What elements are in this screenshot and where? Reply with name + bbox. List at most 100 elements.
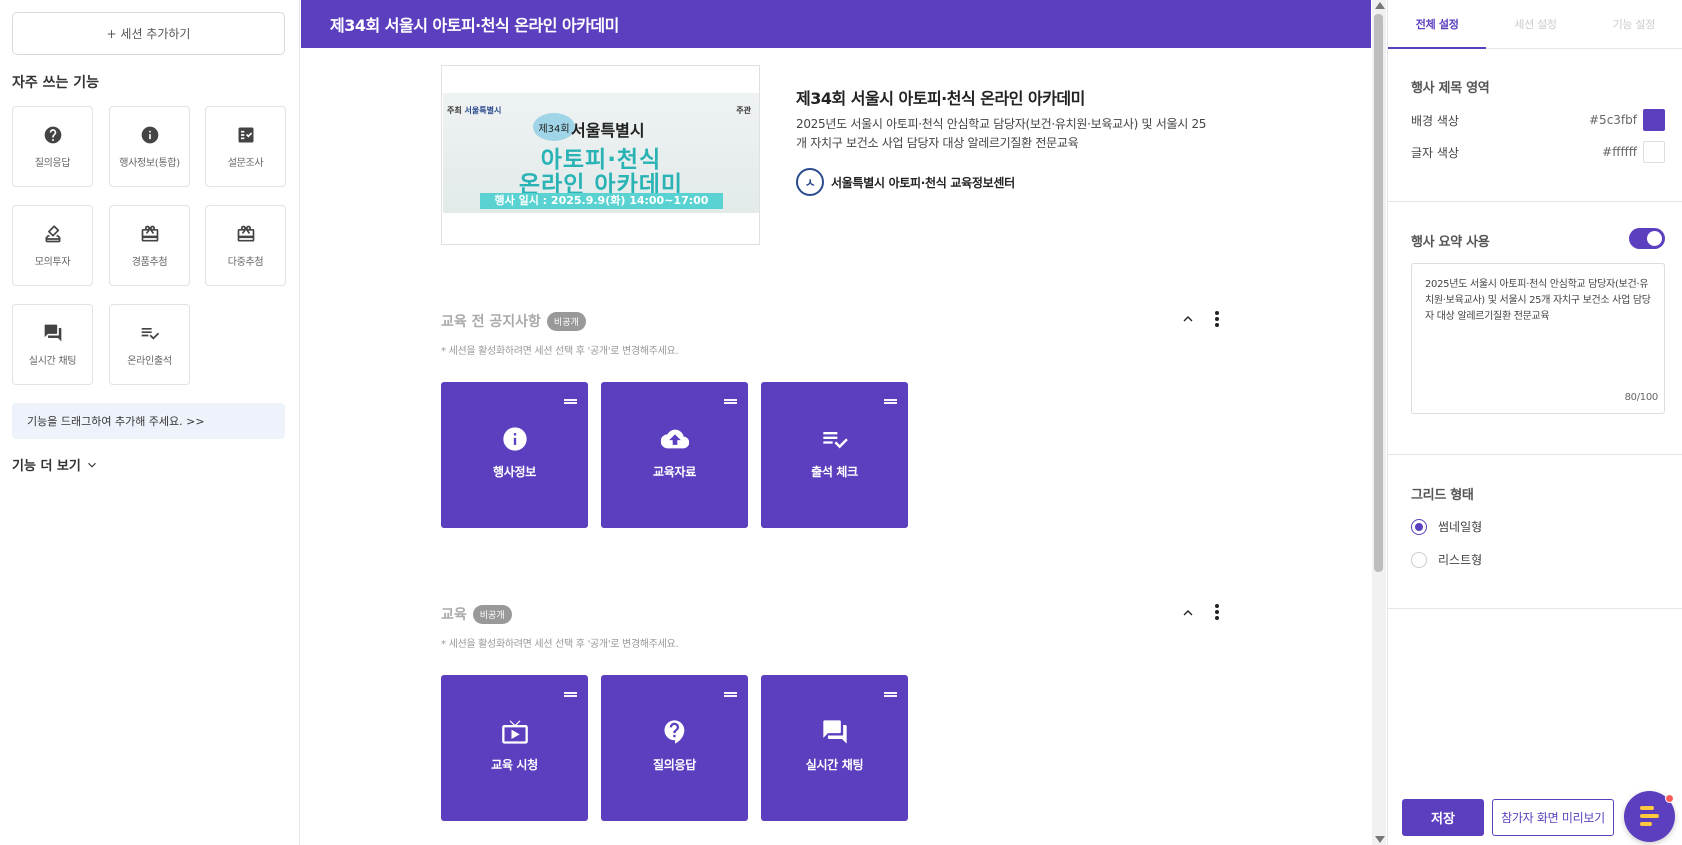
grid-option-label: 썸네일형 xyxy=(1438,520,1483,534)
event-description: 2025년도 서울시 아토피·천식 안심학교 담당자(보건·유치원·보육교사) … xyxy=(796,117,1207,150)
add-session-button[interactable]: + 세션 추가하기 xyxy=(12,12,285,55)
chat-icon xyxy=(822,719,847,744)
tile-label: 온라인출석 xyxy=(127,355,172,367)
banner-organizer-name: 서울특별시 xyxy=(464,106,502,115)
divider xyxy=(1388,201,1682,202)
more-vertical-icon[interactable] xyxy=(1214,603,1220,621)
card-label: 질의응답 xyxy=(653,757,696,772)
chat-icon xyxy=(44,324,61,341)
drag-handle-icon[interactable] xyxy=(564,692,577,697)
card-label: 교육 시청 xyxy=(491,757,538,772)
section-title[interactable]: 교육 비공개 xyxy=(441,604,512,624)
tile-label: 경품추첨 xyxy=(131,256,168,268)
section-note: * 세션을 활성화하려면 세션 선택 후 '공개'로 변경해주세요. xyxy=(441,639,679,650)
card-label: 교육자료 xyxy=(653,464,696,479)
session-card-materials[interactable]: 교육자료 xyxy=(601,382,748,528)
feature-tile-online-attendance[interactable]: 온라인출석 xyxy=(109,304,190,385)
card-label: 출석 체크 xyxy=(811,464,858,479)
tab-general-settings[interactable]: 전체 설정 xyxy=(1388,0,1487,49)
chevron-up-icon[interactable] xyxy=(1180,605,1196,621)
status-badge: 비공개 xyxy=(472,604,512,624)
scrollbar-thumb[interactable] xyxy=(1374,14,1383,572)
summary-text: 2025년도 서울시 아토피·천식 안심학교 담당자(보건·유치원·보육교사) … xyxy=(1425,279,1651,322)
banner-artwork: 주최 서울특별시 주관 제34회 서울특별시 아토피·천식 온라인 아카데미 행… xyxy=(443,93,759,213)
drag-handle-icon[interactable] xyxy=(884,399,897,404)
summary-label: 행사 요약 사용 xyxy=(1411,235,1490,250)
drag-handle-icon[interactable] xyxy=(884,692,897,697)
checklist-icon xyxy=(822,431,848,448)
fab-logo-icon xyxy=(1640,806,1654,810)
save-button[interactable]: 저장 xyxy=(1402,799,1484,836)
fab-logo-icon xyxy=(1640,822,1652,826)
section-note: * 세션을 활성화하려면 세션 선택 후 '공개'로 변경해주세요. xyxy=(441,346,679,357)
banner-city: 서울특별시 xyxy=(571,121,645,140)
scroll-down-arrow-icon[interactable] xyxy=(1375,836,1385,843)
banner-date: 행사 일시 : 2025.9.9(화) 14:00~17:00 xyxy=(480,193,723,209)
feature-tile-live-chat[interactable]: 실시간 채팅 xyxy=(12,304,93,385)
gift-multi-icon xyxy=(237,225,254,241)
feature-tile-event-info[interactable]: 행사정보(통합) xyxy=(109,106,190,187)
event-organizer: ㅅ 서울특별시 아토피·천식 교육정보센터 xyxy=(796,168,1015,196)
participant-preview-button[interactable]: 참가자 화면 미리보기 xyxy=(1492,799,1614,836)
drag-handle-icon[interactable] xyxy=(724,692,737,697)
tile-label: 질의응답 xyxy=(34,157,71,169)
tile-label: 실시간 채팅 xyxy=(28,355,77,367)
scroll-up-arrow-icon[interactable] xyxy=(1375,2,1385,9)
grid-option-thumbnail[interactable]: 썸네일형 xyxy=(1411,518,1482,535)
gift-icon xyxy=(141,225,158,241)
settings-tabs: 전체 설정 세션 설정 기능 설정 xyxy=(1388,0,1682,49)
section-title[interactable]: 교육 전 공지사항 비공개 xyxy=(441,311,586,331)
banner-edition: 제34회 xyxy=(533,113,575,141)
bg-color-row: 배경 색상 #5c3fbf xyxy=(1411,108,1665,132)
session-card-event-info[interactable]: 행사정보 xyxy=(441,382,588,528)
bg-color-label: 배경 색상 xyxy=(1411,113,1459,128)
tile-label: 행사정보(통합) xyxy=(119,157,180,169)
more-features-toggle[interactable]: 기능 더 보기 xyxy=(12,455,99,474)
left-panel: + 세션 추가하기 자주 쓰는 기능 질의응답 행사정보(통합) 설문조사 모의… xyxy=(0,0,300,845)
event-banner-image[interactable]: 주최 서울특별시 주관 제34회 서울특별시 아토피·천식 온라인 아카데미 행… xyxy=(441,65,760,245)
feature-tile-mock-invest[interactable]: 모의투자 xyxy=(12,205,93,286)
text-color-label: 글자 색상 xyxy=(1411,145,1459,160)
session-card-attendance[interactable]: 출석 체크 xyxy=(761,382,908,528)
summary-textarea[interactable]: 2025년도 서울시 아토피·천식 안심학교 담당자(보건·유치원·보육교사) … xyxy=(1411,263,1665,414)
info-circle-icon xyxy=(502,426,527,451)
checklist-icon xyxy=(141,327,159,340)
tab-session-settings[interactable]: 세션 설정 xyxy=(1486,0,1584,48)
card-label: 실시간 채팅 xyxy=(805,757,864,772)
text-color-swatch[interactable] xyxy=(1643,141,1665,163)
text-color-row: 글자 색상 #ffffff xyxy=(1411,140,1665,164)
text-color-value[interactable]: #ffffff xyxy=(1602,145,1637,159)
organizer-logo-icon: ㅅ xyxy=(796,168,824,196)
feature-tile-prize-draw[interactable]: 경품추첨 xyxy=(109,205,190,286)
drag-handle-icon[interactable] xyxy=(564,399,577,404)
settings-panel: 전체 설정 세션 설정 기능 설정 행사 제목 영역 배경 색상 #5c3fbf… xyxy=(1387,0,1682,845)
drag-handle-icon[interactable] xyxy=(724,399,737,404)
tv-play-icon xyxy=(501,719,528,744)
drag-hint: 기능을 드래그하여 추가해 주세요. >> xyxy=(12,403,285,439)
feature-tile-qna[interactable]: 질의응답 xyxy=(12,106,93,187)
survey-icon xyxy=(238,127,253,142)
summary-char-count: 80/100 xyxy=(1624,392,1659,403)
event-title: 제34회 서울시 아토피·천식 온라인 아카데미 xyxy=(796,89,1085,108)
bg-color-swatch[interactable] xyxy=(1643,109,1665,131)
frequent-features-title: 자주 쓰는 기능 xyxy=(12,75,100,91)
feature-tile-survey[interactable]: 설문조사 xyxy=(205,106,286,187)
radio-unselected-icon[interactable] xyxy=(1411,551,1427,568)
tile-label: 설문조사 xyxy=(227,157,264,169)
event-title-bar[interactable]: 제34회 서울시 아토피·천식 온라인 아카데미 xyxy=(301,0,1371,48)
session-card-qna[interactable]: 질의응답 xyxy=(601,675,748,821)
summary-toggle[interactable] xyxy=(1629,228,1665,249)
chevron-up-icon[interactable] xyxy=(1180,311,1196,327)
radio-selected-icon[interactable] xyxy=(1411,518,1427,535)
section-title-text: 교육 xyxy=(441,607,467,623)
chat-support-button[interactable] xyxy=(1624,791,1675,842)
session-card-live-chat[interactable]: 실시간 채팅 xyxy=(761,675,908,821)
banner-organizer-label: 주최 xyxy=(447,106,462,115)
session-card-watch[interactable]: 교육 시청 xyxy=(441,675,588,821)
tab-feature-settings[interactable]: 기능 설정 xyxy=(1585,0,1682,48)
grid-option-list[interactable]: 리스트형 xyxy=(1411,551,1482,568)
divider xyxy=(1388,454,1682,455)
more-vertical-icon[interactable] xyxy=(1214,310,1220,328)
bg-color-value[interactable]: #5c3fbf xyxy=(1589,113,1637,127)
feature-tile-multi-draw[interactable]: 다중추첨 xyxy=(205,205,286,286)
